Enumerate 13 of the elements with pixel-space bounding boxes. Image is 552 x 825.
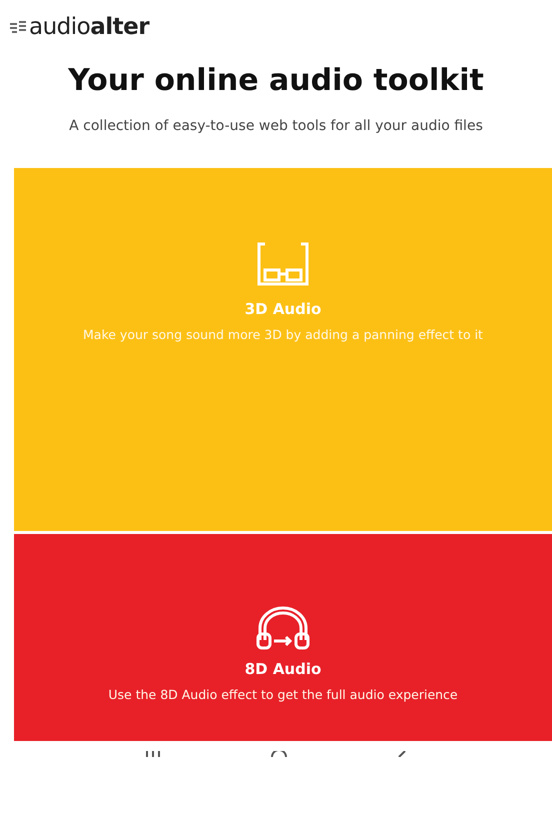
page-title: Your online audio toolkit [67,62,485,100]
home-icon[interactable] [270,751,287,757]
recent-apps-icon[interactable] [146,751,160,757]
headphones-icon [254,606,312,650]
tool-description: Use the 8D Audio effect to get the full audio experience [108,686,458,704]
back-icon[interactable] [398,751,406,757]
tool-title: 3D Audio [244,300,322,318]
tool-card[interactable]: 8D Audio Use the 8D Audio effect to get the full audio experience [14,534,552,741]
logo-icon [10,21,26,33]
tool-title: 8D Audio [244,660,322,678]
logo-text[interactable]: audioalter [29,14,150,40]
page-subtitle: A collection of easy-to-use web tools for all your audio files [68,117,484,136]
tool-description: Make your song sound more 3D by adding a panning effect to it [83,326,483,344]
